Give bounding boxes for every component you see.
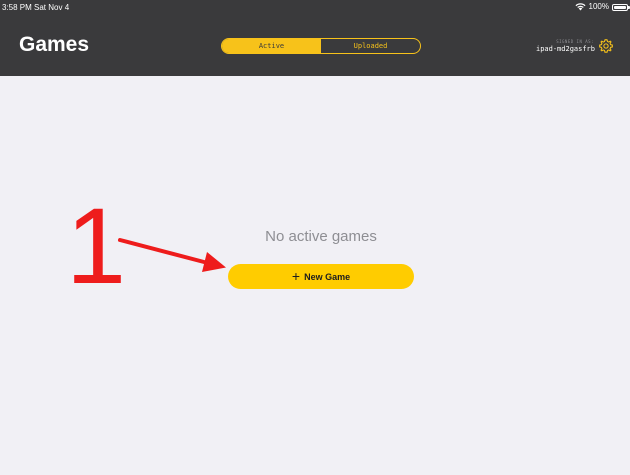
status-indicators: 100% xyxy=(575,2,630,12)
status-bar: 3:58 PM Sat Nov 4 100% xyxy=(0,0,630,14)
top-bar: 3:58 PM Sat Nov 4 100% Games Active Uplo… xyxy=(0,0,630,76)
new-game-button[interactable]: + New Game xyxy=(228,264,414,289)
gear-icon[interactable] xyxy=(598,38,614,54)
annotation-step-number: 1 xyxy=(66,185,127,306)
plus-icon: + xyxy=(291,268,301,284)
battery-percentage: 100% xyxy=(588,2,609,11)
status-time: 3:58 PM Sat Nov 4 xyxy=(2,3,70,12)
signed-in-caption: SIGNED IN AS: xyxy=(556,39,594,44)
page-title: Games xyxy=(19,33,90,56)
new-game-label: New Game xyxy=(304,271,351,282)
wifi-icon xyxy=(575,3,586,11)
signed-in-user-id: ipad-md2gasfrb xyxy=(535,45,595,53)
battery-icon xyxy=(612,3,630,11)
tab-uploaded[interactable]: Uploaded xyxy=(321,39,420,53)
games-filter-segmented-control: Active Uploaded xyxy=(221,38,421,54)
screen: 3:58 PM Sat Nov 4 100% Games Active Uplo… xyxy=(0,0,630,475)
tab-active[interactable]: Active xyxy=(222,39,321,53)
